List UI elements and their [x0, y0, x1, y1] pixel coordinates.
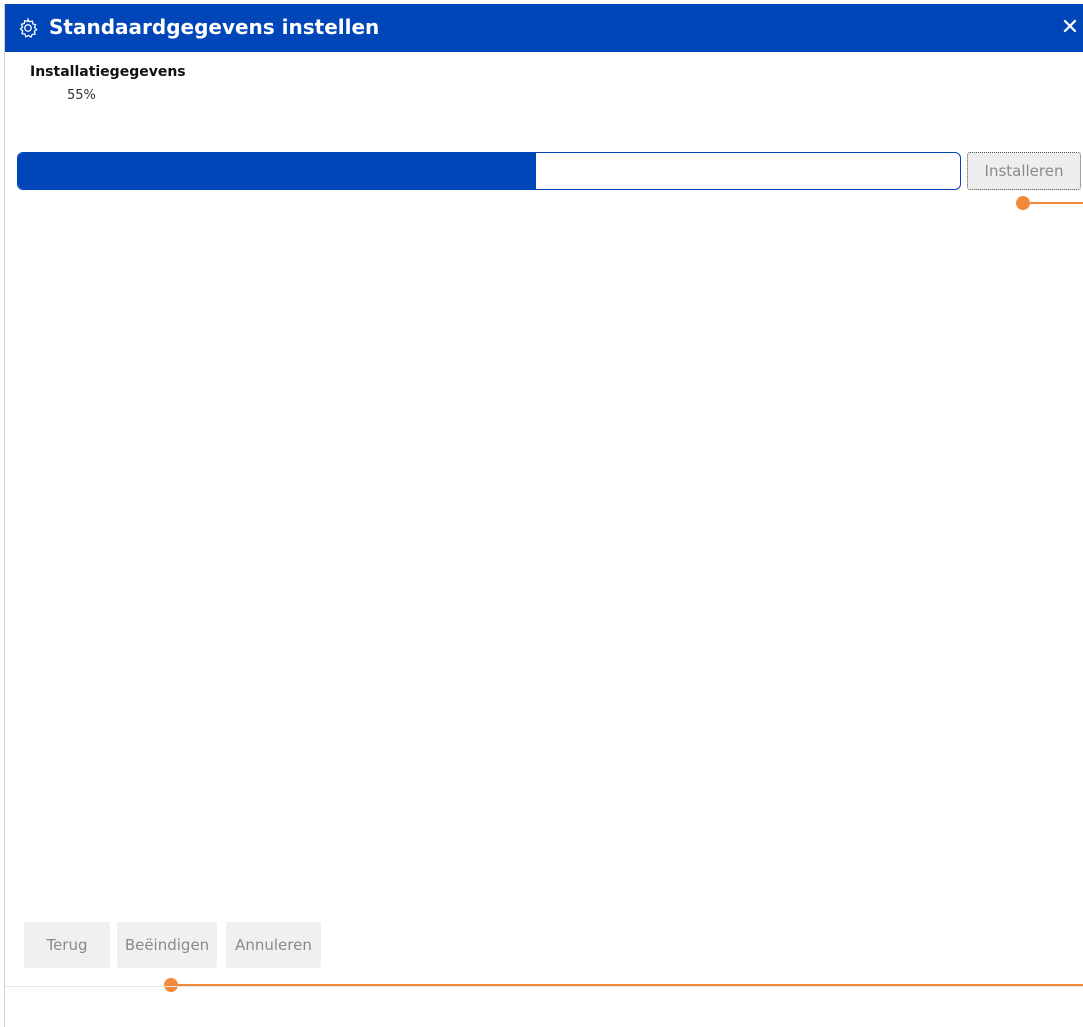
progress-percent-label: 55% [67, 88, 96, 103]
gear-icon [19, 17, 38, 39]
callout-line-install [1027, 202, 1083, 204]
footer-divider [5, 986, 1083, 987]
cancel-button[interactable]: Annuleren [226, 922, 321, 968]
setup-dialog: Standaardgegevens instellen ✕ Installati… [4, 4, 1083, 1027]
title-bar: Standaardgegevens instellen ✕ [5, 4, 1083, 52]
progress-bar-fill [18, 153, 537, 189]
finish-button[interactable]: Beëindigen [117, 922, 217, 968]
progress-bar [17, 152, 961, 190]
section-title: Installatiegegevens [30, 64, 186, 80]
back-button[interactable]: Terug [24, 922, 110, 968]
close-icon[interactable]: ✕ [1059, 16, 1081, 40]
dialog-title: Standaardgegevens instellen [49, 15, 380, 39]
install-button[interactable]: Installeren [967, 152, 1081, 190]
